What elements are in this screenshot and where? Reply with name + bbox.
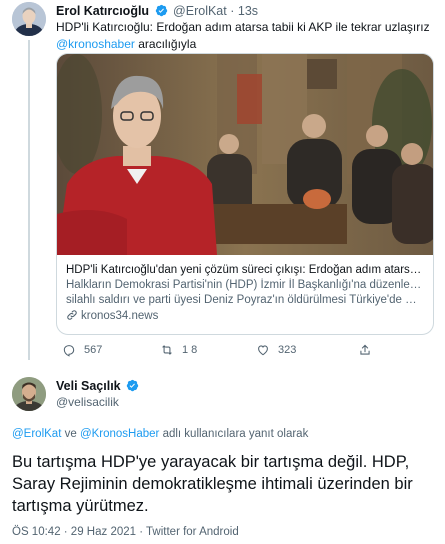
retweet-icon (162, 345, 172, 355)
card-image (57, 54, 433, 255)
parent-tweet-header: Erol Katırcıoğlu @ErolKat · 13s (56, 4, 258, 18)
author-name[interactable]: Veli Saçılık (56, 379, 121, 393)
reply-connector: ve (61, 428, 80, 440)
author-handle[interactable]: @ErolKat (173, 4, 227, 18)
parent-tweet: Erol Katırcıoğlu @ErolKat · 13s HDP'li K… (0, 0, 445, 370)
tweet-meta[interactable]: ÖS 10:42 · 29 Haz 2021 · Twitter for And… (12, 526, 239, 538)
reply-icon (63, 345, 75, 357)
tweet-text-suffix: aracılığıyla (134, 37, 197, 51)
reply-mention-erolkat[interactable]: @ErolKat (12, 428, 61, 440)
tweet-time[interactable]: 13s (238, 4, 258, 18)
reply-action[interactable]: 567 (62, 343, 102, 357)
share-icon (360, 344, 370, 355)
thread-line (28, 40, 30, 360)
parent-tweet-text: HDP'li Katırcıoğlu: Erdoğan adım atarsa … (56, 19, 436, 53)
main-tweet-text: Bu tartışma HDP'ye yarayacak bir tartışm… (12, 453, 413, 515)
card-body: HDP'li Katırcıoğlu'dan yeni çözüm süreci… (66, 263, 426, 324)
reply-context: @ErolKat ve @KronosHaber adlı kullanıcıl… (12, 428, 308, 440)
card-domain-text: kronos34.news (81, 310, 159, 322)
card-description-line: Halkların Demokrasi Partisi'nin (HDP) İz… (66, 279, 426, 291)
share-action[interactable] (358, 343, 372, 357)
tweet-actions: 567 1 8 323 (56, 343, 434, 361)
author-name[interactable]: Erol Katırcıoğlu (56, 4, 149, 18)
card-domain: kronos34.news (66, 309, 426, 324)
main-tweet-author: Veli Saçılık (56, 379, 141, 393)
mention-link[interactable]: @kronoshaber (56, 37, 135, 51)
card-description: Halkların Demokrasi Partisi'nin (HDP) İz… (66, 278, 426, 308)
link-icon (67, 310, 77, 320)
tweet-text: HDP'li Katırcıoğlu: Erdoğan adım atarsa … (56, 20, 430, 34)
verified-badge-icon (126, 379, 139, 392)
card-title: HDP'li Katırcıoğlu'dan yeni çözüm süreci… (66, 264, 426, 276)
like-count: 323 (278, 344, 297, 356)
separator: · (230, 4, 235, 18)
reply-mention-kronoshaber[interactable]: @KronosHaber (80, 428, 159, 440)
avatar-veli[interactable] (12, 377, 46, 411)
author-handle[interactable]: @velisacilik (56, 395, 119, 409)
avatar-erol[interactable] (12, 2, 46, 36)
verified-badge-icon (155, 4, 167, 17)
reply-count: 567 (84, 344, 103, 356)
card-description-line: silahlı saldırı ve parti üyesi Deniz Poy… (66, 294, 426, 306)
link-card[interactable]: HDP'li Katırcıoğlu'dan yeni çözüm süreci… (56, 53, 434, 335)
heart-icon (258, 345, 268, 356)
reply-suffix: adlı kullanıcılara yanıt olarak (159, 428, 309, 440)
like-action[interactable]: 323 (256, 343, 296, 357)
retweet-count: 1 8 (182, 344, 198, 356)
retweet-action[interactable]: 1 8 (160, 343, 197, 357)
